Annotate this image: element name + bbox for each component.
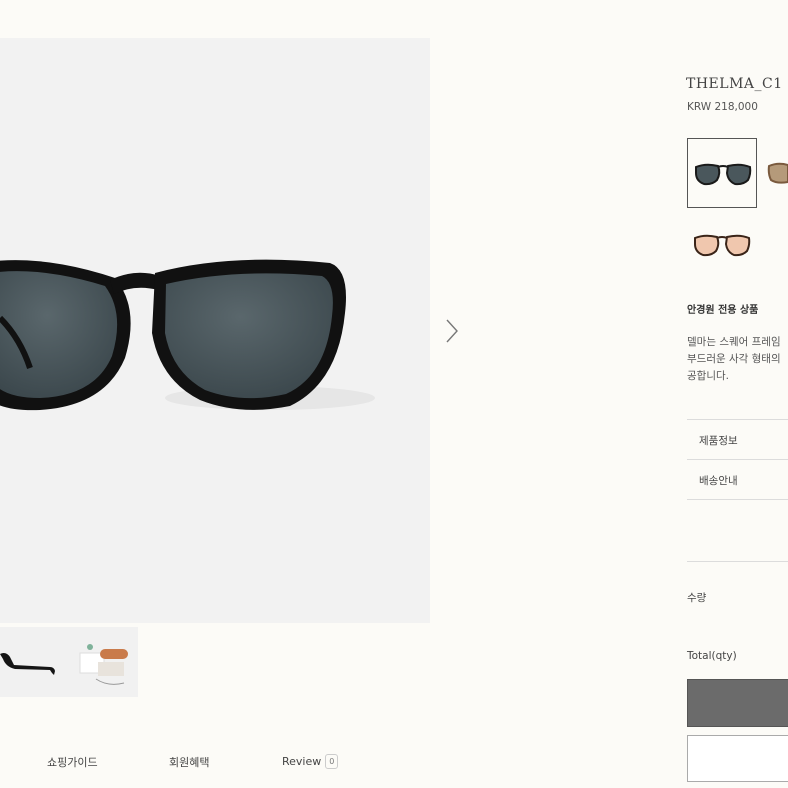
tab-shopping-guide-label: 쇼핑가이드 xyxy=(47,756,98,769)
color-swatch-tortoise-peach[interactable] xyxy=(687,208,757,278)
description-line-2: 부드러운 사각 형태의 xyxy=(687,353,781,365)
divider xyxy=(687,561,788,562)
tab-member-benefits[interactable]: 회원혜택 xyxy=(169,754,209,770)
accordion-product-info-label: 제품정보 xyxy=(699,435,738,447)
tab-review-label: Review xyxy=(282,755,322,768)
review-count-badge: 0 xyxy=(325,754,339,769)
thumbnail-side-view[interactable] xyxy=(0,627,70,697)
description-line-3: 공합니다. xyxy=(687,370,729,382)
thumbnail-case-package[interactable] xyxy=(68,627,138,697)
add-to-cart-button[interactable] xyxy=(687,735,788,782)
description-line-1: 델마는 스퀘어 프레임 xyxy=(687,336,781,348)
color-swatch-black[interactable] xyxy=(687,138,757,208)
product-main-image xyxy=(0,38,430,623)
product-title: THELMA_C1 xyxy=(686,76,783,92)
buy-now-button[interactable] xyxy=(687,679,788,727)
color-swatch-tortoise-brown[interactable] xyxy=(763,138,788,208)
tab-member-benefits-label: 회원혜택 xyxy=(169,756,210,769)
tab-review[interactable]: Review 0 xyxy=(282,754,339,769)
chevron-right-icon[interactable] xyxy=(444,318,460,344)
accordion-shipping-label: 배송안내 xyxy=(699,475,738,487)
product-price: KRW 218,000 xyxy=(687,101,758,113)
accordion-shipping[interactable]: 배송안내 xyxy=(687,459,788,500)
total-label: Total(qty) xyxy=(687,650,737,662)
optical-store-only-label: 안경원 전용 상품 xyxy=(687,305,759,316)
divider xyxy=(687,499,788,500)
accordion-product-info[interactable]: 제품정보 xyxy=(687,419,788,460)
tab-shopping-guide[interactable]: 쇼핑가이드 xyxy=(47,754,98,770)
quantity-label: 수량 xyxy=(687,592,707,604)
